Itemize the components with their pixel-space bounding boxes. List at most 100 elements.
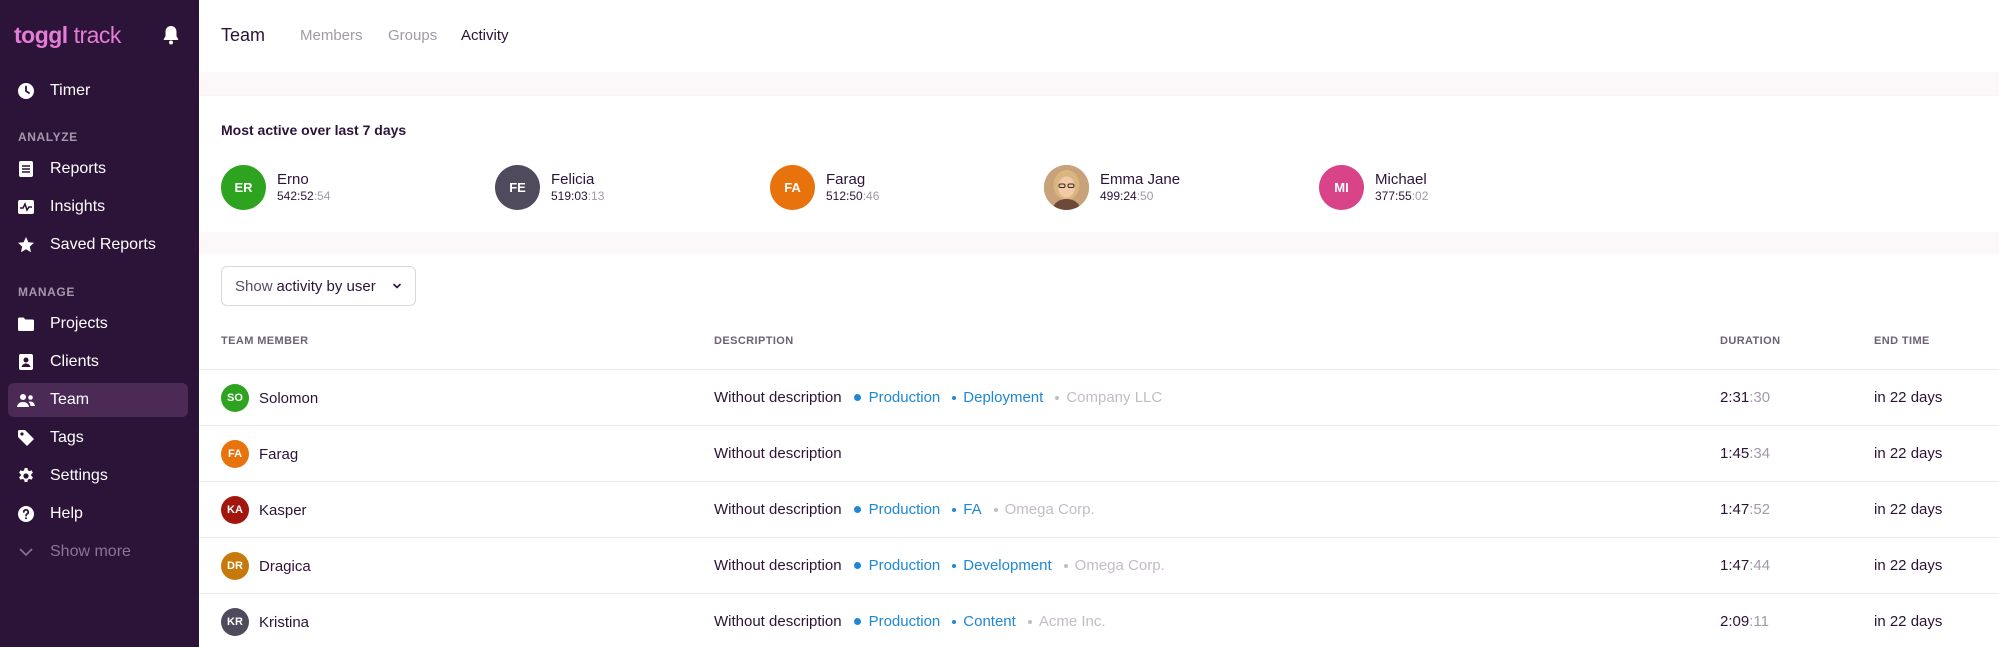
sidebar-item-reports[interactable]: Reports: [8, 152, 188, 186]
description-cell: Without description: [714, 445, 842, 462]
end-time-cell: in 22 days: [1874, 389, 1943, 406]
project-label[interactable]: Production: [853, 501, 940, 518]
team-icon: [16, 390, 36, 410]
most-active-title: Most active over last 7 days: [221, 122, 407, 138]
column-header-member[interactable]: TEAM MEMBER: [221, 335, 309, 347]
sidebar-item-label: Insights: [50, 198, 106, 215]
sidebar-item-clients[interactable]: Clients: [8, 345, 188, 379]
sidebar-item-settings[interactable]: Settings: [8, 459, 188, 493]
project-dot: [853, 562, 861, 569]
sidebar: toggl track Timer ANALYZE Reports Insigh…: [0, 0, 199, 647]
avatar: SO: [221, 384, 249, 412]
dropdown-value: activity by user: [276, 277, 376, 295]
task-dot: [952, 395, 957, 400]
client-label: Company LLC: [1055, 389, 1162, 406]
task-dot: [952, 619, 957, 624]
sidebar-item-label: Tags: [50, 429, 84, 446]
page-title: Team: [221, 25, 266, 45]
most-active-person[interactable]: FA Farag 512:50:46: [770, 164, 879, 210]
most-active-person[interactable]: FE Felicia 519:03:13: [495, 164, 604, 210]
member-name: Kasper: [259, 501, 307, 519]
client-dot: [1027, 619, 1032, 624]
task-dot: [952, 507, 957, 512]
client-label: Acme Inc.: [1027, 613, 1106, 630]
most-active-person[interactable]: MI Michael 377:55:02: [1319, 164, 1428, 210]
duration-cell: 2:31:30: [1720, 389, 1771, 406]
sidebar-item-show-more[interactable]: Show more: [8, 535, 188, 569]
section-label-manage: MANAGE: [18, 285, 75, 299]
activity-filter-dropdown[interactable]: Show activity by user: [221, 266, 416, 306]
bell-icon[interactable]: [161, 24, 181, 46]
tab-members[interactable]: Members: [300, 27, 363, 44]
avatar: FA: [221, 440, 249, 468]
table-row[interactable]: FA Farag Without description 1:45:34 in …: [199, 425, 1999, 481]
project-label[interactable]: Production: [853, 613, 940, 630]
project-dot: [853, 394, 861, 401]
duration-cell: 1:47:44: [1720, 557, 1771, 574]
sidebar-item-saved-reports[interactable]: Saved Reports: [8, 228, 188, 262]
table-row[interactable]: KR Kristina Without description Producti…: [199, 593, 1999, 647]
sidebar-item-tags[interactable]: Tags: [8, 421, 188, 455]
sidebar-item-label: Settings: [50, 467, 108, 484]
team-member-cell: DR Dragica: [221, 552, 311, 580]
column-header-end-time[interactable]: END TIME: [1874, 335, 1930, 347]
avatar: FA: [770, 164, 815, 210]
background-band: [199, 72, 1999, 96]
description-cell: Without description Production FA Omega …: [714, 501, 1095, 518]
person-name: Felicia: [551, 171, 595, 188]
sidebar-item-timer[interactable]: Timer: [8, 74, 188, 108]
avatar: FE: [495, 164, 540, 210]
duration-cell: 1:45:34: [1720, 445, 1771, 462]
sidebar-item-projects[interactable]: Projects: [8, 307, 188, 341]
team-member-cell: SO Solomon: [221, 384, 318, 412]
person-time: 542:52:54: [277, 189, 331, 203]
end-time-cell: in 22 days: [1874, 501, 1943, 518]
person-name: Emma Jane: [1100, 171, 1181, 188]
team-member-cell: KR Kristina: [221, 608, 309, 636]
sidebar-item-label: Clients: [50, 353, 99, 370]
project-label[interactable]: Production: [853, 557, 940, 574]
column-header-duration[interactable]: DURATION: [1720, 335, 1780, 347]
project-dot: [853, 618, 861, 625]
avatar: MI: [1319, 164, 1364, 210]
avatar-photo: [1044, 164, 1089, 210]
person-time: 519:03:13: [551, 189, 605, 203]
sidebar-item-insights[interactable]: Insights: [8, 190, 188, 224]
project-label[interactable]: Production: [853, 389, 940, 406]
task-label: Development: [952, 557, 1052, 574]
logo-row: toggl track: [14, 20, 184, 50]
sidebar-item-help[interactable]: Help: [8, 497, 188, 531]
sidebar-item-label: Reports: [50, 160, 107, 177]
column-header-description[interactable]: DESCRIPTION: [714, 335, 794, 347]
member-name: Solomon: [259, 389, 319, 407]
person-name: Michael: [1375, 171, 1427, 188]
table-row[interactable]: KA Kasper Without description Production…: [199, 481, 1999, 537]
avatar: KR: [221, 608, 249, 636]
most-active-person[interactable]: ER Erno 542:52:54: [221, 164, 330, 210]
client-card-icon: [16, 352, 36, 372]
tab-activity[interactable]: Activity: [461, 27, 509, 44]
person-time: 377:55:02: [1375, 189, 1429, 203]
table-row[interactable]: SO Solomon Without description Productio…: [199, 369, 1999, 425]
task-label: FA: [952, 501, 982, 518]
person-name: Erno: [277, 171, 309, 188]
folder-icon: [16, 314, 36, 334]
task-dot: [952, 563, 957, 568]
chevron-down-icon: [393, 283, 401, 289]
star-icon: [16, 235, 36, 255]
client-dot: [1063, 563, 1068, 568]
top-bar: Team Members Groups Activity: [199, 0, 1999, 72]
end-time-cell: in 22 days: [1874, 613, 1943, 630]
most-active-person[interactable]: Emma Jane 499:24:50: [1044, 164, 1180, 210]
member-name: Dragica: [259, 557, 311, 575]
team-member-cell: FA Farag: [221, 440, 298, 468]
toggl-track-logo[interactable]: toggl track: [14, 22, 121, 49]
tab-groups[interactable]: Groups: [388, 27, 437, 44]
table-row[interactable]: DR Dragica Without description Productio…: [199, 537, 1999, 593]
team-member-cell: KA Kasper: [221, 496, 307, 524]
sidebar-item-team[interactable]: Team: [8, 383, 188, 417]
entry-description: Without description: [714, 501, 842, 518]
description-cell: Without description Production Deploymen…: [714, 389, 1162, 406]
sidebar-item-label: Saved Reports: [50, 236, 156, 253]
duration-cell: 1:47:52: [1720, 501, 1771, 518]
